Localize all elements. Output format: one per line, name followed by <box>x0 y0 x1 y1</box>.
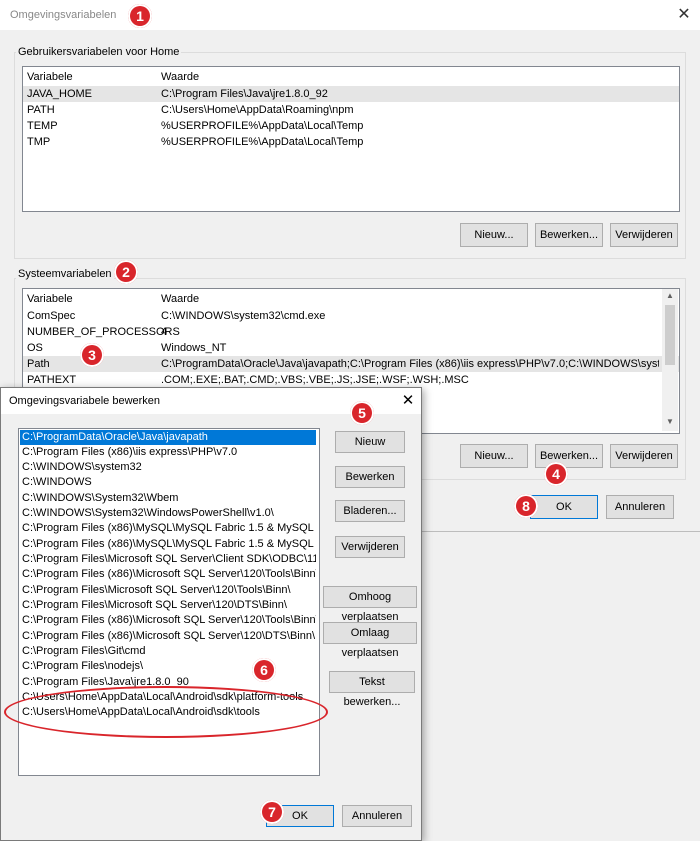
edit-text-button[interactable]: Tekst bewerken... <box>329 671 415 708</box>
list-item[interactable]: C:\Program Files (x86)\Microsoft SQL Ser… <box>20 629 316 644</box>
column-header-value: Waarde <box>161 293 200 305</box>
table-row[interactable]: ComSpec C:\WINDOWS\system32\cmd.exe <box>23 308 679 324</box>
list-item[interactable]: C:\WINDOWS\System32\WindowsPowerShell\v1… <box>20 506 316 521</box>
list-item[interactable]: C:\Program Files\Microsoft SQL Server\12… <box>20 583 316 598</box>
list-item[interactable]: C:\WINDOWS\system32 <box>20 460 316 475</box>
scroll-down-icon[interactable]: ▼ <box>666 417 674 426</box>
edit-path-button[interactable]: Bewerken <box>335 466 405 488</box>
list-header: Variabele Waarde <box>23 291 679 307</box>
edit-variable-dialog: Omgevingsvariabele bewerken ✕ C:\Program… <box>0 387 422 841</box>
list-item[interactable]: C:\WINDOWS\System32\Wbem <box>20 491 316 506</box>
table-row[interactable]: PATHEXT .COM;.EXE;.BAT;.CMD;.VBS;.VBE;.J… <box>23 372 679 388</box>
variable-value: .COM;.EXE;.BAT;.CMD;.VBS;.VBE;.JS;.JSE;.… <box>161 374 469 386</box>
list-item[interactable]: C:\Program Files\Microsoft SQL Server\12… <box>20 598 316 613</box>
list-item[interactable]: C:\Program Files\Git\cmd <box>20 644 316 659</box>
variable-name: Path <box>27 358 50 370</box>
delete-path-button[interactable]: Verwijderen <box>335 536 405 558</box>
close-icon[interactable]: ✕ <box>672 3 696 27</box>
column-header-value: Waarde <box>161 71 200 83</box>
user-delete-button[interactable]: Verwijderen <box>610 223 678 247</box>
step-badge: 3 <box>80 343 104 367</box>
cancel-button[interactable]: Annuleren <box>606 495 674 519</box>
list-item[interactable]: C:\Program Files (x86)\MySQL\MySQL Fabri… <box>20 521 316 536</box>
variable-name: PATHEXT <box>27 374 77 386</box>
move-down-button[interactable]: Omlaag verplaatsen <box>323 622 417 659</box>
user-edit-button[interactable]: Bewerken... <box>535 223 603 247</box>
variable-name: TMP <box>27 136 51 148</box>
step-badge: 5 <box>350 401 374 425</box>
list-item[interactable]: C:\WINDOWS <box>20 475 316 490</box>
variable-value: 4 <box>161 326 168 338</box>
list-item[interactable]: C:\Program Files\Microsoft SQL Server\Cl… <box>20 552 316 567</box>
step-badge: 1 <box>128 4 152 28</box>
step-badge: 4 <box>544 462 568 486</box>
scrollbar-thumb[interactable] <box>665 305 675 365</box>
highlight-ellipse <box>4 686 328 738</box>
variable-name: NUMBER_OF_PROCESSORS <box>27 326 180 338</box>
step-badge: 7 <box>260 800 284 824</box>
list-item[interactable]: C:\ProgramData\Oracle\Java\javapath <box>20 430 316 445</box>
step-badge: 8 <box>514 494 538 518</box>
table-row[interactable]: NUMBER_OF_PROCESSORS 4 <box>23 324 679 340</box>
variable-name: PATH <box>27 104 55 116</box>
variable-name: OS <box>27 342 43 354</box>
table-row[interactable]: TEMP %USERPROFILE%\AppData\Local\Temp <box>23 118 679 134</box>
list-item[interactable]: C:\Program Files (x86)\Microsoft SQL Ser… <box>20 613 316 628</box>
user-variables-list[interactable]: Variabele Waarde JAVA_HOME C:\Program Fi… <box>22 66 680 212</box>
ok-button[interactable]: OK <box>530 495 598 519</box>
column-header-variable: Variabele <box>27 293 73 305</box>
close-icon[interactable]: ✕ <box>397 390 419 412</box>
column-header-variable: Variabele <box>27 71 73 83</box>
table-row[interactable]: OS Windows_NT <box>23 340 679 356</box>
variable-value: Windows_NT <box>161 342 227 354</box>
variable-value: %USERPROFILE%\AppData\Local\Temp <box>161 136 364 148</box>
step-badge: 2 <box>114 260 138 284</box>
variable-name: ComSpec <box>27 310 76 322</box>
list-header: Variabele Waarde <box>23 69 679 85</box>
variable-name: TEMP <box>27 120 58 132</box>
user-variables-label: Gebruikersvariabelen voor Home <box>16 46 182 58</box>
list-item[interactable]: C:\Program Files (x86)\Microsoft SQL Ser… <box>20 567 316 582</box>
browse-button[interactable]: Bladeren... <box>335 500 405 522</box>
variable-value: C:\WINDOWS\system32\cmd.exe <box>161 310 326 322</box>
scroll-up-icon[interactable]: ▲ <box>666 291 674 300</box>
step-badge: 6 <box>252 658 276 682</box>
table-row[interactable]: Path C:\ProgramData\Oracle\Java\javapath… <box>23 356 679 372</box>
list-item[interactable]: C:\Program Files (x86)\MySQL\MySQL Fabri… <box>20 537 316 552</box>
system-new-button[interactable]: Nieuw... <box>460 444 528 468</box>
new-path-button[interactable]: Nieuw <box>335 431 405 453</box>
table-row[interactable]: TMP %USERPROFILE%\AppData\Local\Temp <box>23 134 679 150</box>
system-delete-button[interactable]: Verwijderen <box>610 444 678 468</box>
variable-name: JAVA_HOME <box>27 88 92 100</box>
variable-value: C:\Program Files\Java\jre1.8.0_92 <box>161 88 328 100</box>
variable-value: %USERPROFILE%\AppData\Local\Temp <box>161 120 364 132</box>
move-up-button[interactable]: Omhoog verplaatsen <box>323 586 417 623</box>
list-item[interactable]: C:\Program Files (x86)\iis express\PHP\v… <box>20 445 316 460</box>
variable-value: C:\Users\Home\AppData\Roaming\npm <box>161 104 354 116</box>
dialog-title: Omgevingsvariabele bewerken <box>9 395 161 407</box>
dialog-cancel-button[interactable]: Annuleren <box>342 805 412 827</box>
window-title: Omgevingsvariabelen <box>10 9 117 21</box>
variable-value: C:\ProgramData\Oracle\Java\javapath;C:\P… <box>161 358 659 370</box>
vertical-scrollbar[interactable]: ▲ ▼ <box>662 289 678 431</box>
table-row[interactable]: JAVA_HOME C:\Program Files\Java\jre1.8.0… <box>23 86 679 102</box>
system-variables-label: Systeemvariabelen <box>16 268 114 280</box>
table-row[interactable]: PATH C:\Users\Home\AppData\Roaming\npm <box>23 102 679 118</box>
system-edit-button[interactable]: Bewerken... <box>535 444 603 468</box>
user-new-button[interactable]: Nieuw... <box>460 223 528 247</box>
